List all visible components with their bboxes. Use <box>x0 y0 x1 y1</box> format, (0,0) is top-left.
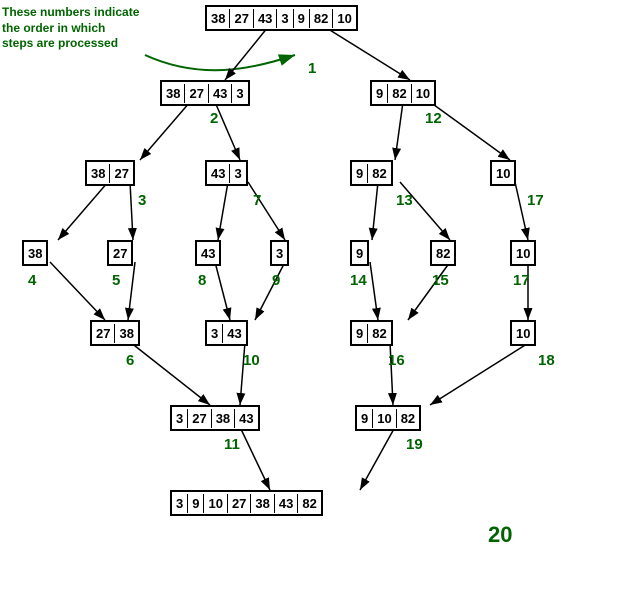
node-2: 38 27 43 3 <box>160 80 250 106</box>
step-12: 12 <box>425 110 442 127</box>
step-17-top: 17 <box>527 192 544 209</box>
step-14: 14 <box>350 272 367 289</box>
node-13: 82 <box>430 240 456 266</box>
step-17: 17 <box>513 272 530 289</box>
step-15: 15 <box>432 272 449 289</box>
step-3: 3 <box>138 192 146 209</box>
step-11: 11 <box>224 436 240 453</box>
step-13: 13 <box>396 192 413 209</box>
node-1: 38 27 43 3 9 82 10 <box>205 5 358 31</box>
node-15: 27 38 <box>90 320 140 346</box>
node-6: 9 82 <box>350 160 393 186</box>
node-8: 38 <box>22 240 48 266</box>
node-18: 10 <box>510 320 536 346</box>
node-17: 9 82 <box>350 320 393 346</box>
diagram: These numbers indicatethe order in which… <box>0 0 618 595</box>
step-19: 19 <box>406 436 423 453</box>
step-2: 2 <box>210 110 218 127</box>
node-10: 43 <box>195 240 221 266</box>
node-4: 38 27 <box>85 160 135 186</box>
node-3: 9 82 10 <box>370 80 436 106</box>
node-16: 3 43 <box>205 320 248 346</box>
step-1: 1 <box>308 60 316 77</box>
step-18: 18 <box>538 352 555 369</box>
step-10: 10 <box>243 352 260 369</box>
step-6: 6 <box>126 352 134 369</box>
node-19: 3 27 38 43 <box>170 405 260 431</box>
node-21: 3 9 10 27 38 43 82 <box>170 490 323 516</box>
node-11: 3 <box>270 240 289 266</box>
step-4: 4 <box>28 272 36 289</box>
step-7: 7 <box>253 192 261 209</box>
node-5: 43 3 <box>205 160 248 186</box>
annotation-text: These numbers indicatethe order in which… <box>2 5 139 52</box>
step-8: 8 <box>198 272 206 289</box>
node-12: 9 <box>350 240 369 266</box>
step-9: 9 <box>272 272 280 289</box>
node-7: 10 <box>490 160 516 186</box>
step-5: 5 <box>112 272 120 289</box>
step-16: 16 <box>388 352 405 369</box>
step-20: 20 <box>488 522 512 548</box>
node-14: 10 <box>510 240 536 266</box>
node-20: 9 10 82 <box>355 405 421 431</box>
node-9: 27 <box>107 240 133 266</box>
